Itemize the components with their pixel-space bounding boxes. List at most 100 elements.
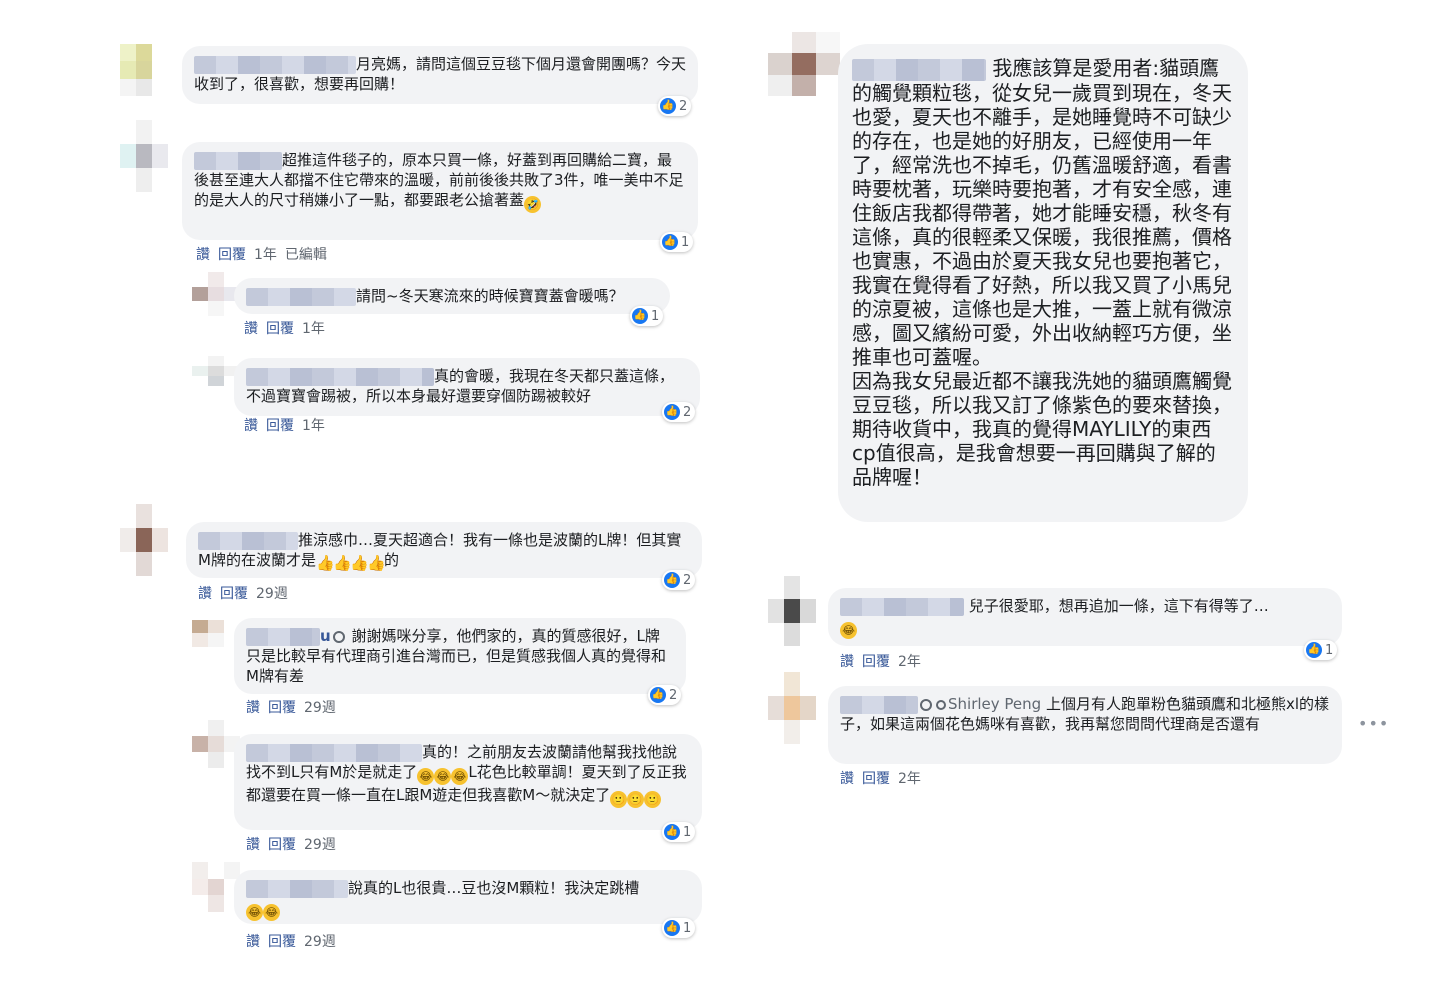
author-name[interactable] [246,627,320,646]
reaction-count[interactable]: 👍 1 [630,306,664,326]
reaction-count[interactable]: 👍 1 [662,822,696,842]
comment-actions: 讚回覆 2年 [840,768,929,788]
timestamp[interactable]: 1年 [254,247,277,263]
laughing-emoji: 😂 [434,768,452,785]
like-icon: 👍 [664,920,680,936]
comment-text-end: 的 [383,551,399,569]
avatar[interactable] [192,272,240,316]
avatar[interactable] [768,32,840,96]
laughing-emoji: 😂 [417,768,435,785]
reply-link[interactable]: 回覆 [268,934,296,950]
laughing-emoji: 😂 [246,904,263,921]
comment-text: 說真的L也很貴…豆也沒M顆粒！我決定跳槽 [348,879,640,897]
reply-link[interactable]: 回覆 [220,586,248,602]
timestamp[interactable]: 29週 [304,934,336,950]
like-icon: 👍 [1306,642,1322,658]
comment-actions: 讚回覆 29週 [246,697,344,717]
timestamp[interactable]: 29週 [304,700,336,716]
thumbs-up-emoji: 👍 [366,554,386,572]
avatar[interactable] [120,504,168,576]
author-name[interactable] [194,151,282,170]
like-link[interactable]: 讚 [244,418,258,434]
comment-bubble: 我應該算是愛用者:貓頭鷹的觸覺顆粒毯，從女兒一歲買到現在，冬天也愛，夏天也不離手… [838,44,1248,522]
reaction-count[interactable]: 👍 1 [660,232,694,252]
reaction-count[interactable]: 👍 1 [662,918,696,938]
avatar[interactable] [192,720,240,768]
avatar[interactable] [120,44,168,96]
laughing-emoji: 😂 [451,768,469,785]
reply-link[interactable]: 回覆 [268,700,296,716]
comment-actions: 讚回覆 2年 [840,651,929,671]
timestamp[interactable]: 1年 [302,321,325,337]
comment-bubble: 推涼感巾…夏天超適合！我有一條也是波蘭的L牌！但其實M牌的在波蘭才是👍👍👍👍的 [186,522,702,578]
thumbs-up-emoji: 👍 [332,554,352,572]
reply-link[interactable]: 回覆 [268,837,296,853]
laughing-emoji: 😂 [263,904,280,921]
tag-icon [936,699,946,710]
like-link[interactable]: 讚 [198,586,212,602]
reaction-count[interactable]: 👍 1 [1304,640,1338,660]
author-name[interactable] [194,55,356,74]
like-link[interactable]: 讚 [840,771,854,787]
comment-bubble: 真的！之前朋友去波蘭請他幫我找他說找不到L只有M於是就走了 😂 😂 😂 L花色比較單調！… [234,734,702,830]
like-link[interactable]: 讚 [246,837,260,853]
reply-link[interactable]: 回覆 [862,654,890,670]
reaction-count[interactable]: 👍 2 [662,570,696,590]
author-name[interactable] [852,58,986,81]
comment-bubble: u 謝謝媽咪分享，他們家的，真的質感很好，L牌只是比較早有代理商引進台灣而已，但… [234,618,686,694]
edited-label[interactable]: 已編輯 [285,247,327,263]
like-icon: 👍 [664,824,680,840]
avatar[interactable] [120,120,168,192]
reaction-count[interactable]: 👍 2 [662,402,696,422]
comment-bubble: 真的會暖，我現在冬天都只蓋這條，不過寶寶會踢被，所以本身最好還要穿個防踢被較好 [234,358,700,416]
reaction-count[interactable]: 👍 2 [648,685,682,705]
like-link[interactable]: 讚 [244,321,258,337]
author-name[interactable] [198,531,298,550]
like-link[interactable]: 讚 [246,934,260,950]
timestamp[interactable]: 2年 [898,654,921,670]
comment-bubble: Shirley Peng 上個月有人跑單粉色貓頭鷹和北極熊xl的樣子，如果這兩個… [828,686,1342,764]
comment-actions: 讚回覆 29週 [246,834,344,854]
author-name[interactable] [246,367,434,386]
author-name-suffix: u [320,627,331,645]
tagged-name[interactable]: Shirley Peng [948,695,1041,713]
author-name[interactable] [840,597,964,616]
reply-link[interactable]: 回覆 [862,771,890,787]
comment-text: 請問~冬天寒流來的時候寶寶蓋會暖嗎？ [356,287,624,305]
author-name[interactable] [246,879,348,898]
like-link[interactable]: 讚 [246,700,260,716]
timestamp[interactable]: 2年 [898,771,921,787]
reply-link[interactable]: 回覆 [218,247,246,263]
timestamp[interactable]: 29週 [256,586,288,602]
avatar[interactable] [768,672,816,744]
moderator-badge-icon [920,698,932,711]
author-name[interactable] [840,695,918,714]
like-icon: 👍 [650,687,666,703]
comment-actions: 讚回覆 29週 [198,583,296,603]
reply-link[interactable]: 回覆 [266,418,294,434]
laughing-emoji: 😂 [840,622,857,639]
avatar[interactable] [192,620,240,660]
rofl-emoji: 🤣 [524,196,542,213]
like-icon: 👍 [662,234,678,250]
more-options-icon[interactable]: ••• [1358,714,1389,733]
comment-actions: 讚回覆 1年 [244,318,333,338]
timestamp[interactable]: 1年 [302,418,325,434]
timestamp[interactable]: 29週 [304,837,336,853]
avatar[interactable] [768,576,816,646]
avatar[interactable] [192,862,240,912]
like-link[interactable]: 讚 [196,247,210,263]
avatar[interactable] [192,356,240,386]
author-name[interactable] [246,743,422,762]
like-link[interactable]: 讚 [840,654,854,670]
reply-link[interactable]: 回覆 [266,321,294,337]
like-icon: 👍 [632,308,648,324]
comment-text: 兒子很愛耶，想再追加一條，這下有得等了… [968,597,1269,615]
reaction-count[interactable]: 👍 2 [658,96,692,116]
comment-actions: 讚回覆 1年 已編輯 [196,244,335,264]
author-name[interactable] [246,287,356,306]
thumbs-up-emoji: 👍 [349,554,369,572]
like-icon: 👍 [664,404,680,420]
comment-bubble: 兒子很愛耶，想再追加一條，這下有得等了… 😂 [828,588,1342,646]
thumbs-up-emoji: 👍 [315,554,335,572]
